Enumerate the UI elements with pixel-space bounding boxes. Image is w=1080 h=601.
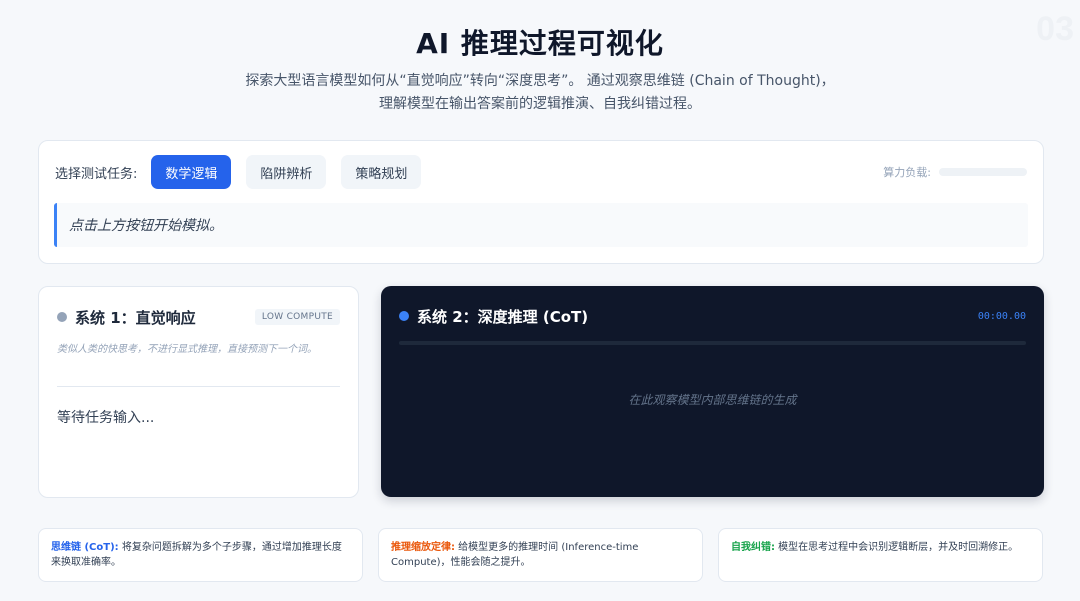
page-title: AI 推理过程可视化	[416, 27, 664, 60]
note-term-scaling-law: 推理缩放定律:	[391, 542, 455, 553]
system1-divider	[57, 386, 340, 387]
system1-title: 系统 1：直觉响应	[75, 308, 196, 327]
note-card-self-correction: 自我纠错: 模型在思考过程中会识别逻辑断层，并及时回溯修正。	[718, 528, 1043, 582]
note-text-self-correction: 模型在思考过程中会识别逻辑断层，并及时回溯修正。	[775, 542, 1019, 553]
system2-progress-track	[399, 341, 1026, 345]
note-term-cot: 思维链 (CoT):	[51, 542, 119, 553]
system2-timer: 00:00.00	[977, 310, 1026, 322]
system2-card: 系统 2：深度推理 (CoT) 00:00.00 在此观察模型内部思维链的生成	[381, 286, 1044, 497]
compute-load-label: 算力负载:	[883, 166, 931, 179]
system2-status-dot	[399, 311, 409, 321]
system1-header: 系统 1：直觉响应 LOW COMPUTE	[57, 307, 340, 327]
system2-placeholder: 在此观察模型内部思维链的生成	[628, 393, 797, 407]
task-selector-row: 选择测试任务: 数学逻辑 陷阱辨析 策略规划 算力负载:	[55, 155, 1027, 189]
task-selector-label: 选择测试任务:	[55, 166, 138, 182]
compute-load: 算力负载:	[883, 164, 1027, 180]
page-header: AI 推理过程可视化 探索大型语言模型如何从“直觉响应”转向“深度思考”。 通过…	[0, 22, 1080, 116]
system2-header: 系统 2：深度推理 (CoT) 00:00.00	[399, 306, 1026, 326]
compute-load-bar	[939, 168, 1027, 176]
task-panel: 选择测试任务: 数学逻辑 陷阱辨析 策略规划 算力负载: 点击上方按钮开始模拟。	[38, 140, 1044, 264]
task-button-strategy-planning[interactable]: 策略规划	[341, 155, 422, 189]
system2-title: 系统 2：深度推理 (CoT)	[417, 307, 589, 326]
task-button-math-logic[interactable]: 数学逻辑	[151, 155, 232, 189]
subtitle-line-1: 探索大型语言模型如何从“直觉响应”转向“深度思考”。 通过观察思维链 (Chai…	[245, 73, 835, 89]
system1-output: 等待任务输入...	[57, 410, 155, 426]
note-term-self-correction: 自我纠错:	[731, 542, 775, 553]
task-button-trap-analysis[interactable]: 陷阱辨析	[246, 155, 327, 189]
system1-card: 系统 1：直觉响应 LOW COMPUTE 类似人类的快思考，不进行显式推理，直…	[38, 286, 359, 498]
low-compute-badge: LOW COMPUTE	[254, 309, 340, 325]
note-card-scaling-law: 推理缩放定律: 给模型更多的推理时间 (Inference-time Compu…	[378, 528, 703, 582]
page-subtitle: 探索大型语言模型如何从“直觉响应”转向“深度思考”。 通过观察思维链 (Chai…	[0, 70, 1080, 116]
system1-status-dot	[57, 312, 67, 322]
system1-description: 类似人类的快思考，不进行显式推理，直接预测下一个词。	[57, 344, 317, 355]
subtitle-line-2: 理解模型在输出答案前的逻辑推演、自我纠错过程。	[379, 96, 701, 112]
instruction-box: 点击上方按钮开始模拟。	[54, 203, 1028, 247]
note-card-cot: 思维链 (CoT): 将复杂问题拆解为多个子步骤，通过增加推理长度来换取准确率。	[38, 528, 363, 582]
